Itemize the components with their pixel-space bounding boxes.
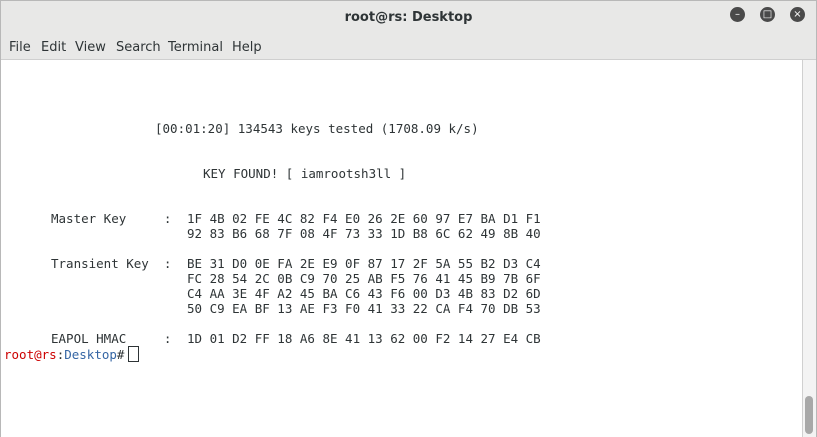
prompt-user: root@rs — [4, 347, 57, 362]
eapol-hmac-label: EAPOL HMAC : — [51, 331, 172, 346]
window-title: root@rs: Desktop — [344, 10, 473, 25]
prompt-symbol: # — [116, 347, 125, 362]
minimize-icon[interactable]: – — [730, 7, 745, 22]
close-icon[interactable]: × — [790, 7, 805, 22]
transient-key-line-4: 50 C9 EA BF 13 AE F3 F0 41 33 22 CA F4 7… — [187, 301, 541, 316]
menu-view[interactable]: View — [75, 40, 106, 55]
terminal-output[interactable]: [00:01:20] 134543 keys tested (1708.09 k… — [1, 60, 804, 437]
eapol-hmac-line: 1D 01 D2 FF 18 A6 8E 41 13 62 00 F2 14 2… — [187, 331, 541, 346]
key-found-line: KEY FOUND! [ iamrootsh3ll ] — [203, 166, 407, 181]
menu-bar: File Edit View Search Terminal Help — [1, 35, 816, 60]
master-key-line-2: 92 83 B6 68 7F 08 4F 73 33 1D B8 6C 62 4… — [187, 226, 541, 241]
shell-prompt[interactable]: root@rs:Desktop# — [4, 346, 140, 362]
master-key-line-1: 1F 4B 02 FE 4C 82 F4 E0 26 2E 60 97 E7 B… — [187, 211, 541, 226]
title-bar[interactable]: root@rs: Desktop – □ × — [1, 1, 816, 35]
transient-key-line-2: FC 28 54 2C 0B C9 70 25 AB F5 76 41 45 B… — [187, 271, 541, 286]
progress-line: [00:01:20] 134543 keys tested (1708.09 k… — [155, 121, 479, 136]
text-cursor — [128, 346, 140, 362]
menu-edit[interactable]: Edit — [41, 40, 66, 55]
menu-terminal[interactable]: Terminal — [168, 40, 223, 55]
terminal-window: root@rs: Desktop – □ × File Edit View Se… — [0, 0, 817, 437]
menu-file[interactable]: File — [9, 40, 31, 55]
vertical-scrollbar[interactable] — [802, 60, 816, 437]
transient-key-label: Transient Key : — [51, 256, 172, 271]
transient-key-line-3: C4 AA 3E 4F A2 45 BA C6 43 F6 00 D3 4B 8… — [187, 286, 541, 301]
scrollbar-thumb[interactable] — [805, 396, 813, 434]
prompt-path: Desktop — [64, 347, 117, 362]
master-key-label: Master Key : — [51, 211, 172, 226]
transient-key-line-1: BE 31 D0 0E FA 2E E9 0F 87 17 2F 5A 55 B… — [187, 256, 541, 271]
menu-help[interactable]: Help — [232, 40, 262, 55]
menu-search[interactable]: Search — [116, 40, 161, 55]
maximize-icon[interactable]: □ — [760, 7, 775, 22]
